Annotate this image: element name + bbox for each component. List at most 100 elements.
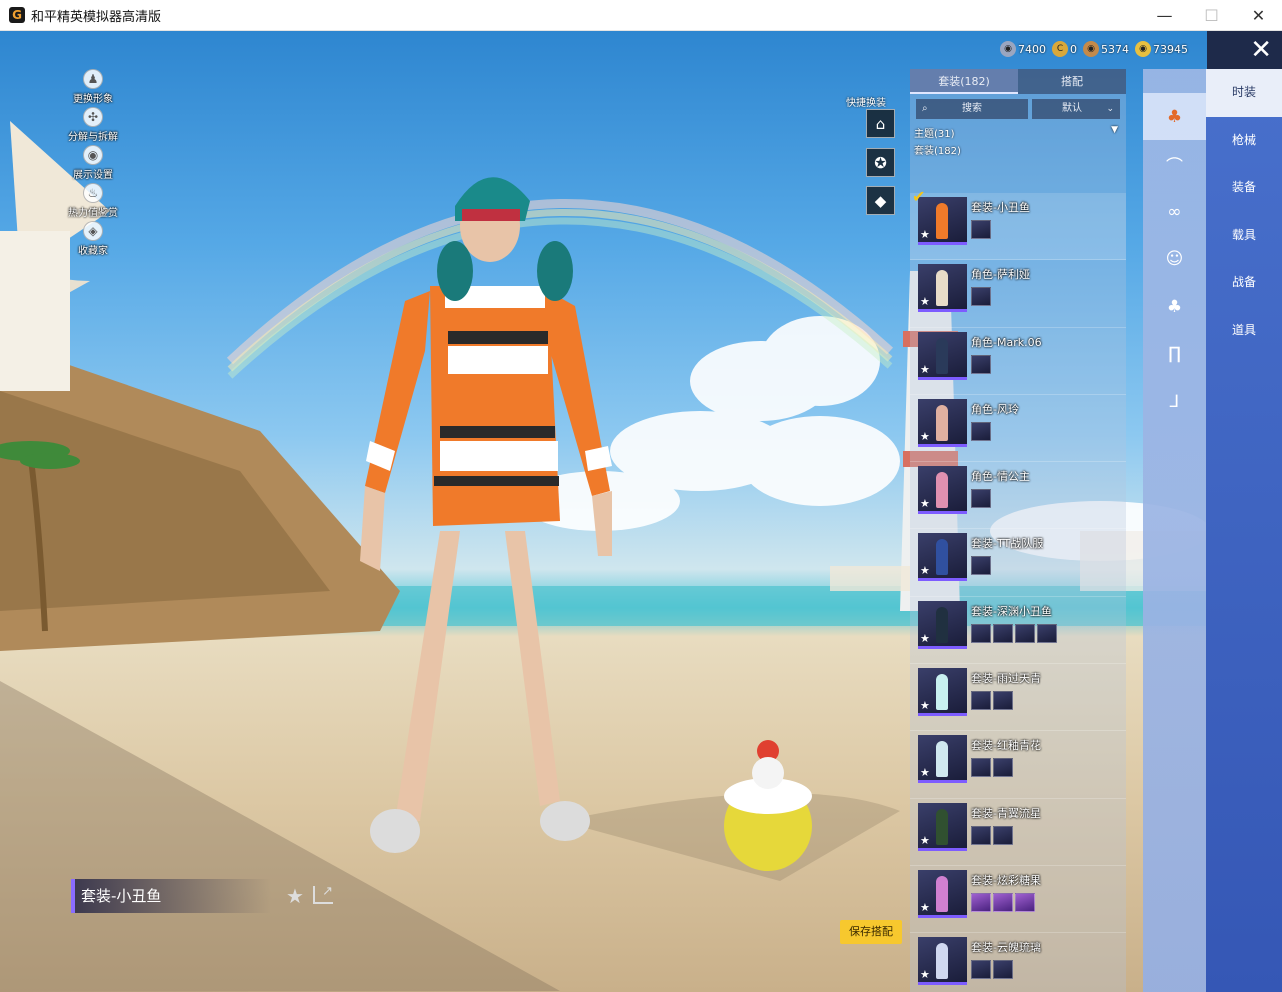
mask-icon[interactable]: ☺ — [1143, 236, 1206, 283]
outfit-parts — [971, 556, 991, 576]
chick-pet — [724, 740, 812, 871]
outfit-item-name: 角色-萨利娅 — [971, 268, 1030, 282]
outfit-list-item[interactable]: ★ 角色-情公主 — [910, 462, 1126, 530]
outfit-list-item[interactable]: ★ ✔ 套装-小丑鱼 — [910, 187, 1126, 261]
outfit-part-thumbnail[interactable] — [971, 354, 991, 374]
outfit-list-item[interactable]: ★ 套装-云魄琉璃 — [910, 933, 1126, 992]
star-icon: ★ — [920, 699, 930, 713]
category-item[interactable]: 枪械 — [1206, 117, 1282, 165]
outfit-list-item[interactable]: ★ 套装-雨过天青 — [910, 664, 1126, 732]
outfit-part-thumbnail[interactable] — [971, 825, 991, 845]
theme-filter[interactable]: 主题(31) ▼ — [914, 125, 1122, 140]
outfit-part-thumbnail[interactable] — [993, 623, 1013, 643]
close-game-button[interactable]: ✕ — [1207, 31, 1282, 69]
outfit-list-item[interactable]: ★ 角色-Mark.06 — [910, 328, 1126, 395]
wardrobe-icon[interactable]: ⌂ — [866, 109, 895, 138]
outfit-part-thumbnail[interactable] — [1015, 892, 1035, 912]
currency-bronze: ◉ 5374 — [1083, 41, 1129, 57]
outfit-part-thumbnail[interactable] — [971, 623, 991, 643]
star-icon: ★ — [920, 497, 930, 511]
outfit-part-thumbnail[interactable] — [971, 287, 991, 307]
search-icon: ⌕ — [922, 103, 928, 114]
maximize-button[interactable]: ☐ — [1188, 0, 1235, 31]
diamond-icon[interactable]: ◆ — [866, 186, 895, 215]
top-icon[interactable]: ♣ — [1143, 283, 1206, 330]
outfit-list-item[interactable]: ★ 套装-青翼流星 — [910, 799, 1126, 866]
glasses-icon[interactable]: ∞ — [1143, 188, 1206, 235]
outfit-list-item[interactable]: ★ 套装-红釉青花 — [910, 731, 1126, 799]
outfit-list-item[interactable]: ★ 角色-萨利娅 — [910, 260, 1126, 328]
outfit-list-item[interactable]: ★ 套装-深渊小丑鱼 — [910, 597, 1126, 665]
save-outfit-button[interactable]: 保存搭配 — [840, 920, 902, 944]
display-settings-item[interactable]: ◉ 展示设置 — [58, 145, 128, 183]
outfit-part-thumbnail[interactable] — [971, 556, 991, 576]
outfit-list-panel: 套装(182) 搭配 ⌕ 搜索 默认 ⌄ 主题(31) ▼ 套装(182) ★ ✔… — [910, 69, 1126, 992]
outfit-parts — [971, 758, 1013, 778]
outfit-parts — [971, 623, 1057, 643]
person-icon: ♟ — [83, 69, 103, 89]
dismantle-item[interactable]: ✣ 分解与拆解 — [58, 107, 128, 145]
outfit-part-thumbnail[interactable] — [971, 489, 991, 509]
outfit-part-thumbnail[interactable] — [993, 758, 1013, 778]
panel-tabs: 套装(182) 搭配 — [910, 69, 1126, 94]
outfit-part-thumbnail[interactable] — [971, 960, 991, 980]
star-icon: ★ — [920, 429, 930, 443]
outfit-item-name: 角色-情公主 — [971, 470, 1030, 484]
change-appearance-label: 更换形象 — [73, 94, 113, 105]
category-item[interactable]: 战备 — [1206, 259, 1282, 307]
outfit-part-thumbnail[interactable] — [971, 220, 991, 239]
hat-icon[interactable]: ⌒ — [1143, 141, 1206, 188]
outfit-item-name: 套装-红釉青花 — [971, 739, 1041, 753]
display-settings-label: 展示设置 — [73, 170, 113, 181]
heat-value-item[interactable]: ♨ 热力值鉴赏 — [58, 183, 128, 221]
checkmark-icon: ✔ — [912, 187, 926, 206]
favorite-star-icon[interactable]: ★ — [286, 884, 304, 908]
tab-match[interactable]: 搭配 — [1018, 69, 1126, 94]
shoes-icon[interactable]: ⅃ — [1143, 378, 1206, 425]
collector-label: 收藏家 — [78, 246, 108, 257]
outfit-part-thumbnail[interactable] — [993, 825, 1013, 845]
close-window-button[interactable]: ✕ — [1235, 0, 1282, 31]
gold-c-icon: C — [1052, 41, 1068, 57]
bronze-coin-icon: ◉ — [1083, 41, 1099, 57]
outfit-part-thumbnail[interactable] — [993, 691, 1013, 711]
collector-item[interactable]: ◈ 收藏家 — [58, 221, 128, 259]
outfit-parts — [971, 220, 991, 239]
category-item[interactable]: 装备 — [1206, 164, 1282, 212]
sort-dropdown[interactable]: 默认 ⌄ — [1032, 99, 1120, 119]
outfit-part-thumbnail[interactable] — [1015, 623, 1035, 643]
outfit-parts — [971, 691, 1013, 711]
minimize-button[interactable]: — — [1141, 0, 1188, 31]
outfit-figure — [936, 674, 948, 711]
category-item[interactable]: 道具 — [1206, 307, 1282, 355]
category-item[interactable]: 时装 — [1206, 69, 1282, 117]
outfit-part-thumbnail[interactable] — [993, 892, 1013, 912]
outfit-list-item[interactable]: ★ 套装-TT战队服 — [910, 529, 1126, 597]
search-input[interactable]: ⌕ 搜索 — [916, 99, 1028, 119]
outfit-thumbnail: ★ — [918, 600, 967, 649]
outfit-item-name: 角色-Mark.06 — [971, 335, 1042, 349]
outfit-figure — [936, 539, 948, 576]
outfit-item-name: 套装-TT战队服 — [971, 537, 1044, 551]
outfit-part-thumbnail[interactable] — [971, 421, 991, 441]
outfit-part-thumbnail[interactable] — [971, 691, 991, 711]
outfit-list-item[interactable]: ★ 角色-风玲 — [910, 395, 1126, 463]
emblem-icon[interactable]: ✪ — [866, 148, 895, 177]
star-icon: ★ — [920, 228, 930, 241]
pants-icon[interactable]: ∏ — [1143, 331, 1206, 378]
outfit-figure — [936, 606, 948, 643]
category-item[interactable]: 载具 — [1206, 212, 1282, 260]
outfit-part-thumbnail[interactable] — [1037, 623, 1057, 643]
tab-sets[interactable]: 套装(182) — [910, 69, 1018, 94]
outfit-part-thumbnail[interactable] — [993, 960, 1013, 980]
star-icon: ★ — [920, 833, 930, 847]
share-icon[interactable]: ↗ — [313, 885, 333, 904]
outfit-part-thumbnail[interactable] — [971, 892, 991, 912]
outfit-list-item[interactable]: ★ 套装-炫彩糖果 — [910, 866, 1126, 934]
window-controls: — ☐ ✕ — [1141, 0, 1282, 31]
outfit-part-thumbnail[interactable] — [971, 758, 991, 778]
outfit-figure — [936, 808, 948, 845]
change-appearance-item[interactable]: ♟ 更换形象 — [58, 69, 128, 107]
outfit-icon[interactable]: ♣ — [1143, 93, 1206, 140]
outfit-list: ★ ✔ 套装-小丑鱼 ★ 角色-萨利娅 ★ 角色-Mark.06 ★ 角色-风玲 ★ 角色-情公主 ★… — [910, 187, 1126, 992]
